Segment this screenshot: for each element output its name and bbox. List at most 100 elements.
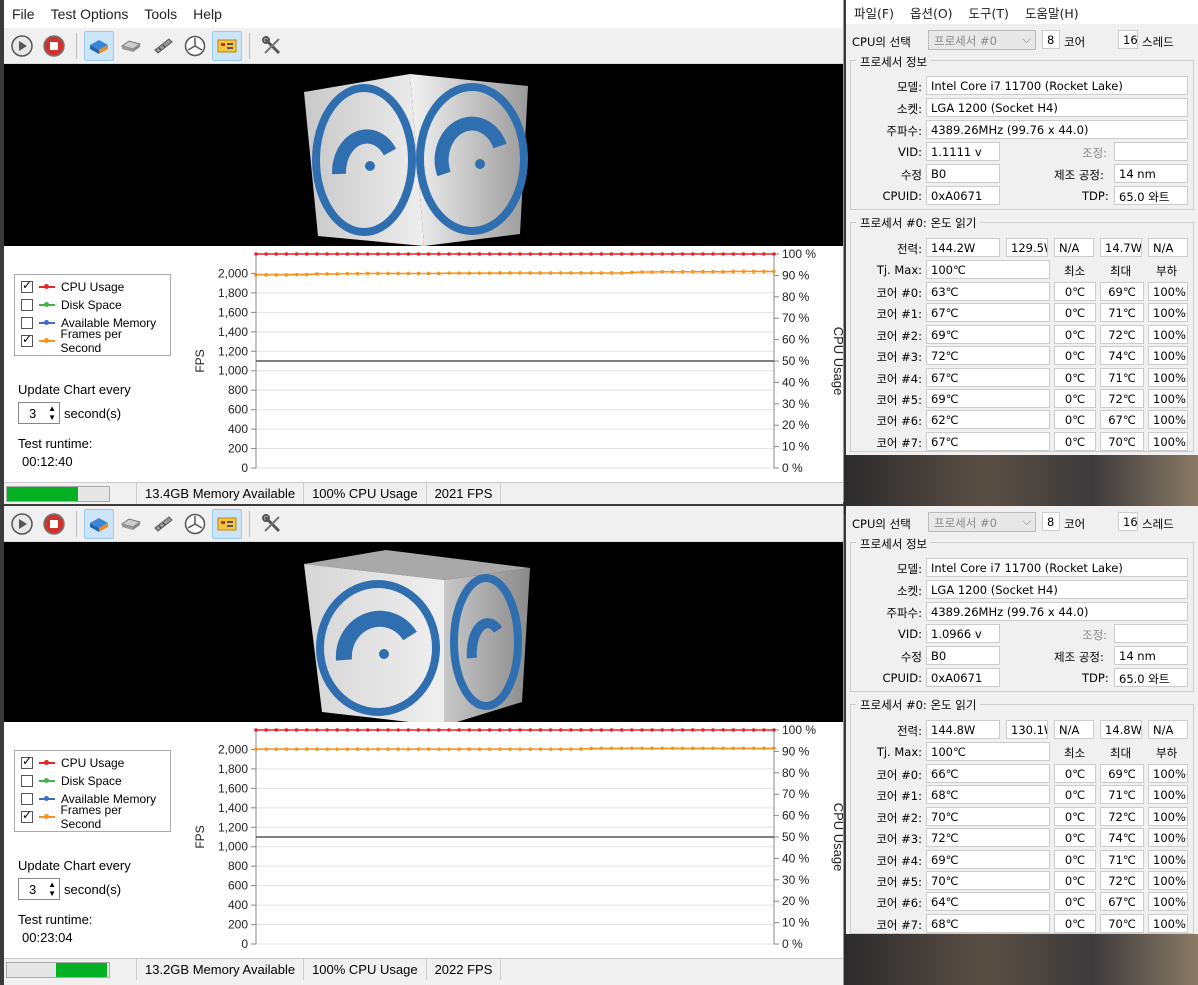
test-runtime-value: 00:12:40 [22,454,73,469]
stop-button[interactable] [39,509,69,539]
data-point [437,271,441,276]
data-point [650,746,654,751]
data-point [579,747,583,751]
data-point [426,252,431,256]
data-point [315,747,319,751]
stepper-arrows-icon[interactable]: ▲ ▼ [48,880,56,898]
data-point [416,728,421,732]
data-point [335,252,340,256]
memory-button[interactable] [148,509,178,539]
gauge-button[interactable] [180,509,210,539]
legend-checkbox[interactable] [21,808,33,823]
data-point [365,271,370,276]
info-adjust [1114,142,1188,161]
data-point [365,747,370,751]
menu-file[interactable]: File [4,6,43,22]
data-point [477,747,482,751]
legend-item[interactable]: Disk Space [21,296,164,314]
legend-checkbox[interactable] [21,775,33,787]
play-button[interactable] [7,31,37,61]
legend-checkbox[interactable] [21,793,33,805]
cpu-menu-item[interactable]: 도구(T) [961,3,1017,22]
legend-checkbox[interactable] [21,317,33,329]
board-button[interactable] [212,508,242,539]
left-tick-label: 400 [228,898,248,912]
play-icon [11,512,33,535]
cpu-menu-item[interactable]: 옵션(O) [902,3,961,22]
settings-tools-button[interactable] [257,31,287,61]
gauge-button[interactable] [180,31,210,61]
data-point [477,252,482,256]
menu-test-options[interactable]: Test Options [43,6,137,22]
fps-axis-label: FPS [193,825,207,848]
core-min: 0℃ [1054,913,1096,933]
legend-item[interactable]: Frames per Second [21,803,164,831]
legend-swatch [39,796,55,801]
data-point [345,747,350,751]
processor-select-value: 프로세서 #0 [934,34,997,48]
data-point [630,728,634,732]
legend-item[interactable]: Disk Space [21,772,164,790]
data-point [304,252,309,256]
info-model: Intel Core i7 11700 (Rocket Lake) [926,558,1188,577]
core-label: 코어 #5: [876,393,922,407]
data-point [589,271,593,275]
board-button[interactable] [212,30,242,61]
play-button[interactable] [7,509,37,539]
legend-checkbox[interactable] [21,299,33,311]
info-revision: B0 [926,164,1000,183]
data-point [294,252,299,256]
legend-item[interactable]: CPU Usage [21,278,164,296]
update-interval-stepper[interactable]: 3 ▲ ▼ [18,402,60,424]
left-tick-label: 800 [228,859,248,873]
data-point [518,747,522,751]
data-point [497,747,502,751]
left-tick-label: 1,400 [218,801,248,815]
core-temp: 66℃ [926,764,1050,783]
data-point [264,728,268,732]
core-label: 코어 #7: [876,435,922,450]
legend-checkbox[interactable] [21,278,33,293]
stop-button[interactable] [39,31,69,61]
update-chart-label: Update Chart every [18,382,131,397]
core-label: 코어 #3: [876,832,922,847]
cpu-button[interactable] [84,508,114,539]
data-point [497,728,502,732]
menu-help[interactable]: Help [185,6,230,22]
cpu-menu-item[interactable]: 파일(F) [846,3,902,22]
settings-tools-button[interactable] [257,509,287,539]
stepper-arrows-icon[interactable]: ▲ ▼ [48,404,56,422]
data-point [325,728,329,732]
cpu-menu-item[interactable]: 도움말(H) [1017,3,1087,22]
series-line-frames-per-second [256,747,774,750]
legend-item[interactable]: CPU Usage [21,754,164,772]
data-point [376,252,380,256]
processor-select[interactable]: 프로세서 #0 ⌵ [928,512,1036,532]
legend-item[interactable]: Frames per Second [21,327,164,355]
menu-tools[interactable]: Tools [136,6,185,22]
test-progress-bar [6,485,110,502]
memory-icon [154,37,173,54]
status-bar: 13.4GB Memory Available 100% CPU Usage 202… [4,482,843,504]
core-min: 0℃ [1054,828,1096,848]
data-point [467,271,472,275]
core-max: 67℃ [1100,892,1144,912]
update-interval-stepper[interactable]: 3 ▲ ▼ [18,878,60,900]
core-min: 0℃ [1054,410,1096,430]
data-point [690,746,695,751]
power-value: 144.8W [926,720,1000,739]
info-label: 주파수: [886,124,922,138]
right-tick-label: 50 % [782,830,810,844]
cpu-select-label: CPU의 선택 [852,517,911,531]
data-point [447,271,451,275]
processor-select[interactable]: 프로세서 #0 ⌵ [928,30,1036,50]
cpu-button[interactable] [84,30,114,61]
disk-button[interactable] [116,509,146,539]
core-label: 코어 #4: [876,853,922,868]
legend-checkbox[interactable] [21,754,33,769]
legend-checkbox[interactable] [21,332,33,347]
disk-button[interactable] [116,31,146,61]
core-label: 코어 #1: [876,307,922,322]
left-tick-label: 1,000 [218,840,248,854]
memory-button[interactable] [148,31,178,61]
